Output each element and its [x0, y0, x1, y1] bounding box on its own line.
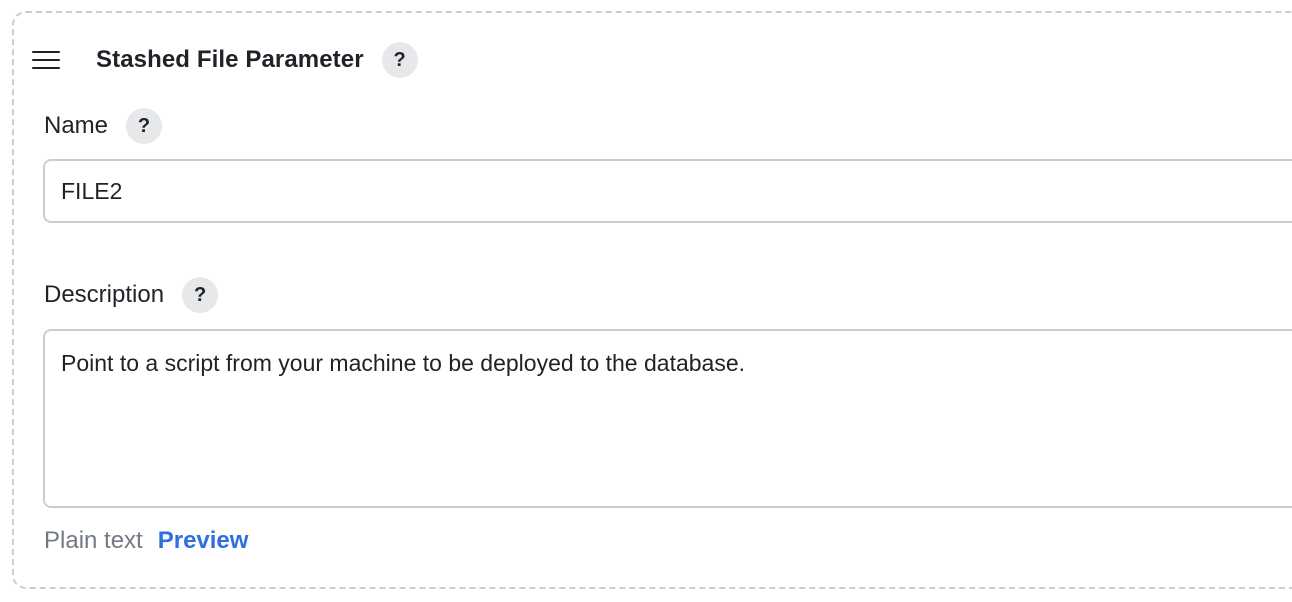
description-help-icon[interactable]: ?	[182, 277, 219, 313]
description-format-toggle: Plain text Preview	[44, 527, 248, 555]
drag-handle-bar	[32, 51, 60, 53]
section-title: Stashed File Parameter	[96, 46, 364, 73]
name-help-icon[interactable]: ?	[126, 108, 163, 144]
help-icon[interactable]: ?	[381, 42, 418, 78]
description-textarea[interactable]: Point to a script from your machine to b…	[43, 329, 1292, 508]
section-header: Stashed File Parameter ?	[32, 42, 418, 78]
drag-handle-bar	[32, 67, 60, 69]
drag-handle-bar	[32, 59, 60, 61]
preview-link[interactable]: Preview	[158, 527, 249, 555]
drag-handle-icon[interactable]	[32, 51, 60, 69]
description-label-row: Description ?	[44, 277, 219, 313]
description-label: Description	[44, 281, 165, 308]
name-input[interactable]: FILE2	[43, 159, 1292, 223]
name-label: Name	[44, 112, 109, 139]
name-label-row: Name ?	[44, 108, 163, 144]
plain-text-label: Plain text	[44, 527, 143, 554]
